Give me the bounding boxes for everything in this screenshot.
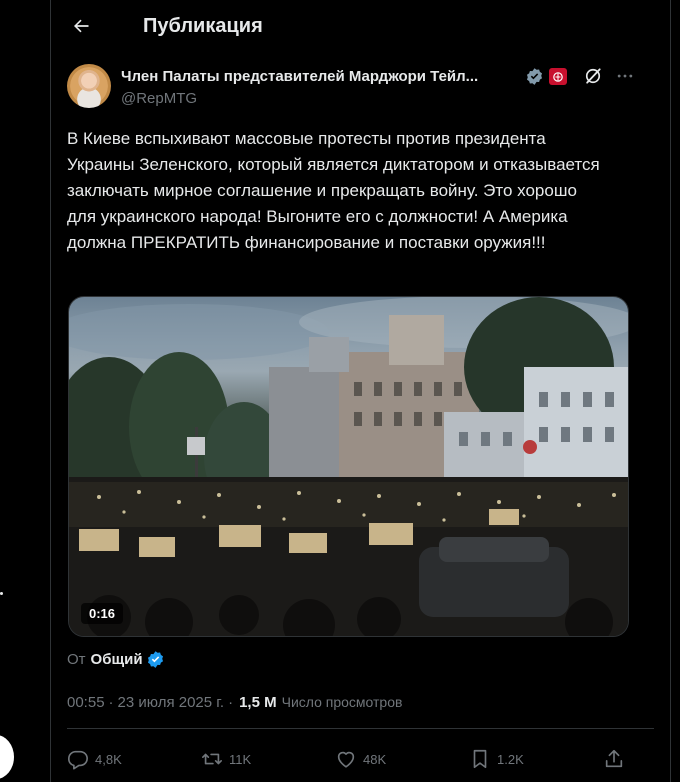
view-count-label: Число просмотров (281, 694, 403, 710)
grok-icon[interactable] (583, 66, 603, 86)
share-button[interactable] (603, 748, 625, 770)
bookmark-icon (473, 749, 487, 769)
meta-separator: · (108, 693, 114, 711)
arrow-left-icon (74, 19, 89, 33)
view-count: 1,5 М (239, 693, 277, 711)
repost-icon (202, 753, 222, 765)
page-title: Публикация (143, 14, 263, 37)
post-text: В Киеве вспыхивают массовые протесты про… (67, 129, 600, 252)
source-name-link[interactable]: Общий (91, 651, 143, 668)
verified-badge-icon (147, 650, 163, 668)
profile-avatar-edge[interactable] (0, 735, 14, 779)
reply-icon (68, 750, 88, 770)
right-edge (671, 0, 680, 782)
back-button[interactable] (67, 12, 95, 40)
page-header: Публикация (51, 0, 670, 52)
like-count: 48K (363, 751, 387, 767)
repost-count: 11K (229, 751, 252, 767)
bookmark-count: 1.2K (497, 751, 524, 767)
reply-button[interactable]: 4,8K (67, 748, 122, 770)
repost-button[interactable]: 11K (201, 748, 251, 770)
post-video[interactable]: 0:16 (68, 296, 629, 637)
left-sidebar-edge (0, 0, 50, 782)
post-date[interactable]: 23 июля 2025 г. (118, 694, 225, 711)
author-handle[interactable]: @RepMTG (121, 90, 197, 107)
gov-flag-icon[interactable] (549, 68, 567, 85)
share-icon (605, 749, 623, 768)
post-detail-column: Публикация Член Палаты представителей Ма… (50, 0, 671, 782)
video-duration-badge: 0:16 (81, 603, 124, 624)
reply-count: 4,8K (95, 751, 122, 767)
action-bar: 4,8K 11K 48K 1.2K (67, 744, 654, 776)
seal-glyph-icon (553, 71, 563, 82)
source-attribution: От Общий (67, 649, 165, 669)
bookmark-button[interactable]: 1.2K (469, 748, 524, 770)
source-prefix: От (67, 650, 86, 668)
divider (67, 728, 654, 729)
video-frame-illustration (69, 297, 628, 636)
gutter-dot (0, 592, 3, 595)
post-meta: 00:55 · 23 июля 2025 г. · 1,5 М Число пр… (67, 692, 402, 712)
author-avatar[interactable] (67, 64, 111, 108)
post-time[interactable]: 00:55 (67, 694, 105, 711)
author-name[interactable]: Член Палаты представителей Марджори Тейл… (121, 68, 519, 85)
more-horizontal-icon[interactable] (615, 66, 635, 86)
meta-separator: · (228, 693, 234, 711)
heart-icon (337, 751, 355, 768)
verified-badge-icon[interactable] (525, 67, 544, 86)
author-row: Член Палаты представителей Марджори Тейл… (67, 64, 654, 112)
like-button[interactable]: 48K (335, 748, 386, 770)
